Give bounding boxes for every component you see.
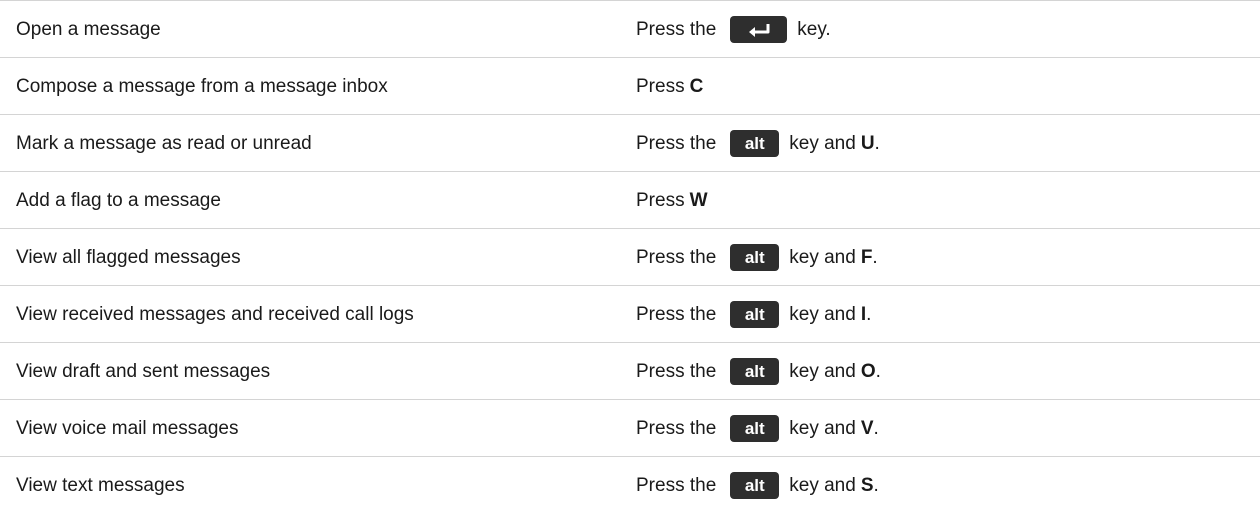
press-text: Press: [636, 75, 685, 97]
action-label: Mark a message as read or unread: [16, 133, 312, 154]
press-text: Press the: [636, 246, 717, 268]
shortcut-cell: Press the alt key and V .: [636, 400, 879, 457]
shortcut-letter: O: [860, 360, 876, 382]
key-suffix-text: key and: [789, 246, 856, 268]
action-label: View all flagged messages: [16, 247, 241, 268]
shortcut-cell: Press W: [636, 172, 708, 229]
shortcut-cell: Press C: [636, 58, 703, 115]
key-suffix-text: key and: [789, 474, 856, 496]
shortcut-letter: S: [860, 474, 874, 496]
shortcut-letter: C: [689, 75, 704, 97]
period-text: .: [873, 417, 879, 439]
press-text: Press the: [636, 18, 717, 40]
alt-key-icon: alt: [730, 358, 780, 385]
shortcut-cell: Press the alt key and F .: [636, 229, 878, 286]
period-text: .: [866, 303, 872, 325]
action-label: View draft and sent messages: [16, 361, 271, 382]
table-row: View text messages Press the alt key and…: [0, 457, 1260, 514]
table-row: View voice mail messages Press the alt k…: [0, 400, 1260, 457]
shortcut-table: Open a message Press the key. Compose a …: [0, 0, 1260, 514]
press-text: Press the: [636, 474, 717, 496]
shortcut-cell: Press the alt key and S .: [636, 457, 879, 514]
table-row: Add a flag to a message Press W: [0, 172, 1260, 229]
period-text: .: [872, 246, 878, 268]
period-text: .: [874, 132, 880, 154]
table-row: View draft and sent messages Press the a…: [0, 343, 1260, 400]
shortcut-letter: W: [689, 189, 708, 211]
key-suffix-text: key and: [789, 360, 856, 382]
alt-key-icon: alt: [730, 130, 780, 157]
press-text: Press the: [636, 132, 717, 154]
enter-key-icon: [730, 16, 788, 43]
alt-key-icon: alt: [730, 301, 780, 328]
action-label: Open a message: [16, 19, 161, 40]
key-suffix-text: key and: [789, 303, 856, 325]
shortcut-letter: U: [860, 132, 875, 154]
table-row: View all flagged messages Press the alt …: [0, 229, 1260, 286]
press-text: Press the: [636, 303, 717, 325]
press-text: Press: [636, 189, 685, 211]
press-text: Press the: [636, 417, 717, 439]
period-text: .: [875, 360, 881, 382]
action-label: Compose a message from a message inbox: [16, 76, 388, 97]
key-suffix-text: key and: [789, 132, 856, 154]
table-row: Compose a message from a message inbox P…: [0, 58, 1260, 115]
shortcut-letter: V: [860, 417, 874, 439]
key-suffix-text: key.: [797, 18, 831, 40]
key-suffix-text: key and: [789, 417, 856, 439]
table-row: View received messages and received call…: [0, 286, 1260, 343]
shortcut-cell: Press the alt key and O .: [636, 343, 881, 400]
shortcut-cell: Press the alt key and U .: [636, 115, 880, 172]
alt-key-icon: alt: [730, 415, 780, 442]
shortcut-letter: F: [860, 246, 873, 268]
action-label: View text messages: [16, 475, 185, 496]
action-label: Add a flag to a message: [16, 190, 221, 211]
alt-key-icon: alt: [730, 472, 780, 499]
shortcut-cell: Press the alt key and I .: [636, 286, 871, 343]
action-label: View received messages and received call…: [16, 304, 414, 325]
enter-arrow-icon: [746, 22, 772, 38]
shortcut-cell: Press the key.: [636, 1, 831, 58]
table-row: Open a message Press the key.: [0, 1, 1260, 58]
period-text: .: [873, 474, 879, 496]
press-text: Press the: [636, 360, 717, 382]
table-row: Mark a message as read or unread Press t…: [0, 115, 1260, 172]
alt-key-icon: alt: [730, 244, 780, 271]
action-label: View voice mail messages: [16, 418, 239, 439]
